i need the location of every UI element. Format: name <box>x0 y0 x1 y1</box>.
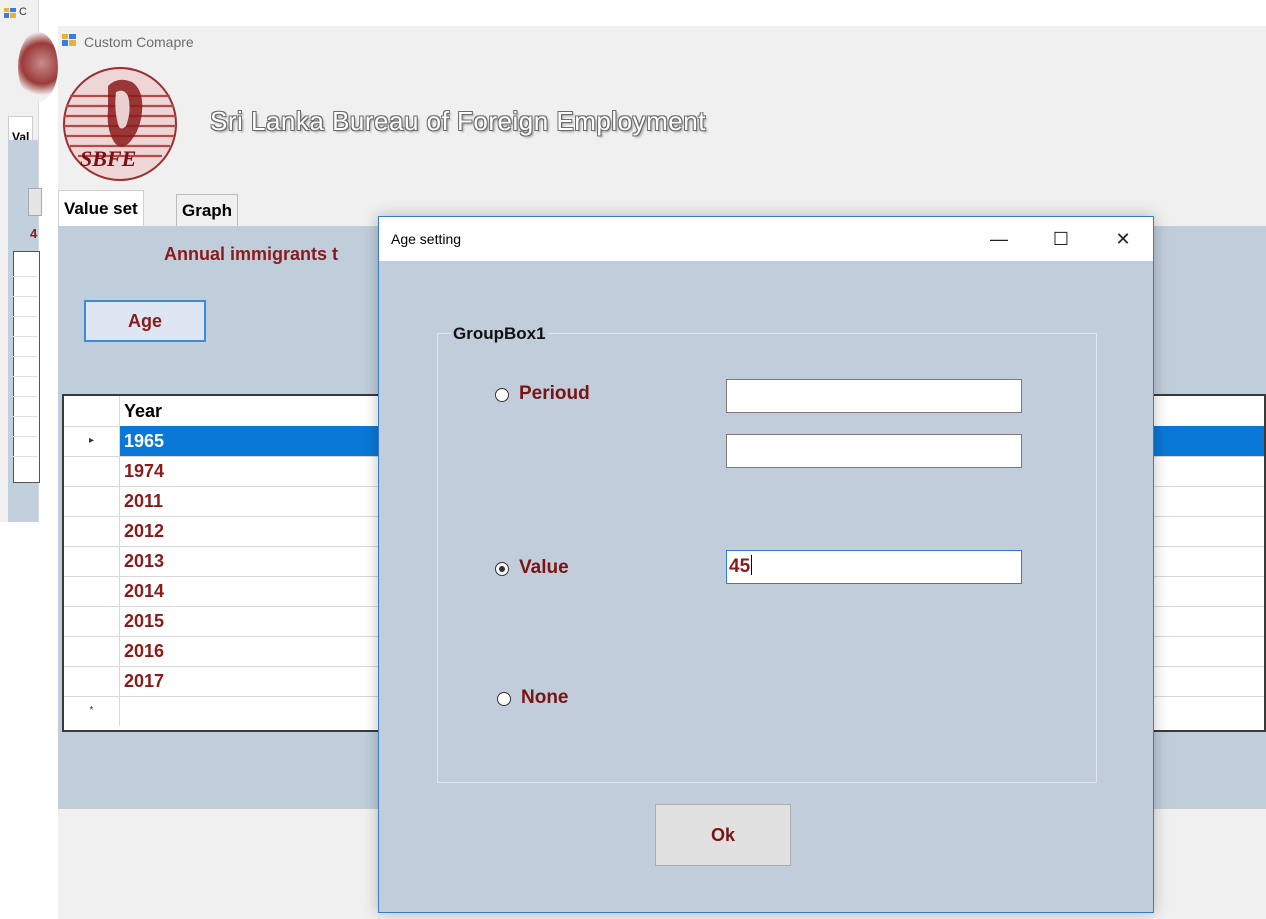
text-caret <box>751 555 753 575</box>
none-label[interactable]: None <box>521 687 569 709</box>
row-header[interactable] <box>64 666 120 696</box>
grid-line <box>13 296 38 297</box>
value-input-text: 45 <box>729 556 751 577</box>
grid-line <box>13 436 38 437</box>
grid-line <box>13 276 38 277</box>
grid-line <box>13 456 38 457</box>
background-logo-image <box>18 32 58 102</box>
row-header[interactable] <box>64 456 120 486</box>
minimize-icon[interactable]: — <box>971 217 1027 261</box>
perioud-label[interactable]: Perioud <box>519 383 590 405</box>
ok-button[interactable]: Ok <box>655 804 791 866</box>
row-header[interactable] <box>64 486 120 516</box>
organization-title: Sri Lanka Bureau of Foreign Employment <box>210 106 706 136</box>
value-input[interactable]: 45 <box>726 550 1022 584</box>
current-row-marker-icon: ▸ <box>64 426 120 456</box>
value-label[interactable]: Value <box>519 557 569 579</box>
background-grid[interactable] <box>13 251 40 483</box>
new-row-marker-icon: * <box>64 696 120 726</box>
background-window-title: C <box>19 6 27 18</box>
none-radio[interactable] <box>497 692 511 706</box>
maximize-icon[interactable]: ☐ <box>1033 217 1089 261</box>
perioud-radio[interactable] <box>495 388 509 402</box>
row-header-corner <box>64 396 120 426</box>
main-window-title: Custom Comapre <box>84 34 194 50</box>
row-header[interactable] <box>64 546 120 576</box>
period-from-input[interactable] <box>726 379 1022 413</box>
background-value: 4 <box>30 226 38 241</box>
dialog-title: Age setting <box>391 231 462 247</box>
app-icon <box>4 8 16 18</box>
main-titlebar[interactable]: Custom Comapre <box>58 26 1266 58</box>
row-header[interactable] <box>64 606 120 636</box>
period-to-input[interactable] <box>726 434 1022 468</box>
background-window: C Val 4 <box>0 0 58 522</box>
dialog-titlebar[interactable]: Age setting — ☐ ✕ <box>379 217 1153 261</box>
groupbox-title: GroupBox1 <box>451 324 548 344</box>
grid-line <box>13 376 38 377</box>
close-icon[interactable]: ✕ <box>1095 217 1151 261</box>
row-header[interactable] <box>64 516 120 546</box>
row-header[interactable] <box>64 576 120 606</box>
tab-value-set[interactable]: Value set <box>58 190 144 226</box>
row-header[interactable] <box>64 636 120 666</box>
background-button[interactable] <box>28 188 42 216</box>
app-icon <box>62 34 76 46</box>
svg-text:SBFE: SBFE <box>80 146 136 171</box>
tab-graph[interactable]: Graph <box>176 194 239 226</box>
age-button[interactable]: Age <box>84 300 206 342</box>
grid-line <box>13 356 38 357</box>
grid-line <box>13 396 38 397</box>
sbfe-logo-icon: SBFE <box>63 67 177 181</box>
value-radio[interactable] <box>495 562 509 576</box>
age-setting-dialog: Age setting — ☐ ✕ GroupBox1 Perioud Valu… <box>378 216 1154 913</box>
grid-line <box>13 416 38 417</box>
grid-line <box>13 316 38 317</box>
grid-line <box>13 336 38 337</box>
panel-heading: Annual immigrants t <box>164 244 339 264</box>
